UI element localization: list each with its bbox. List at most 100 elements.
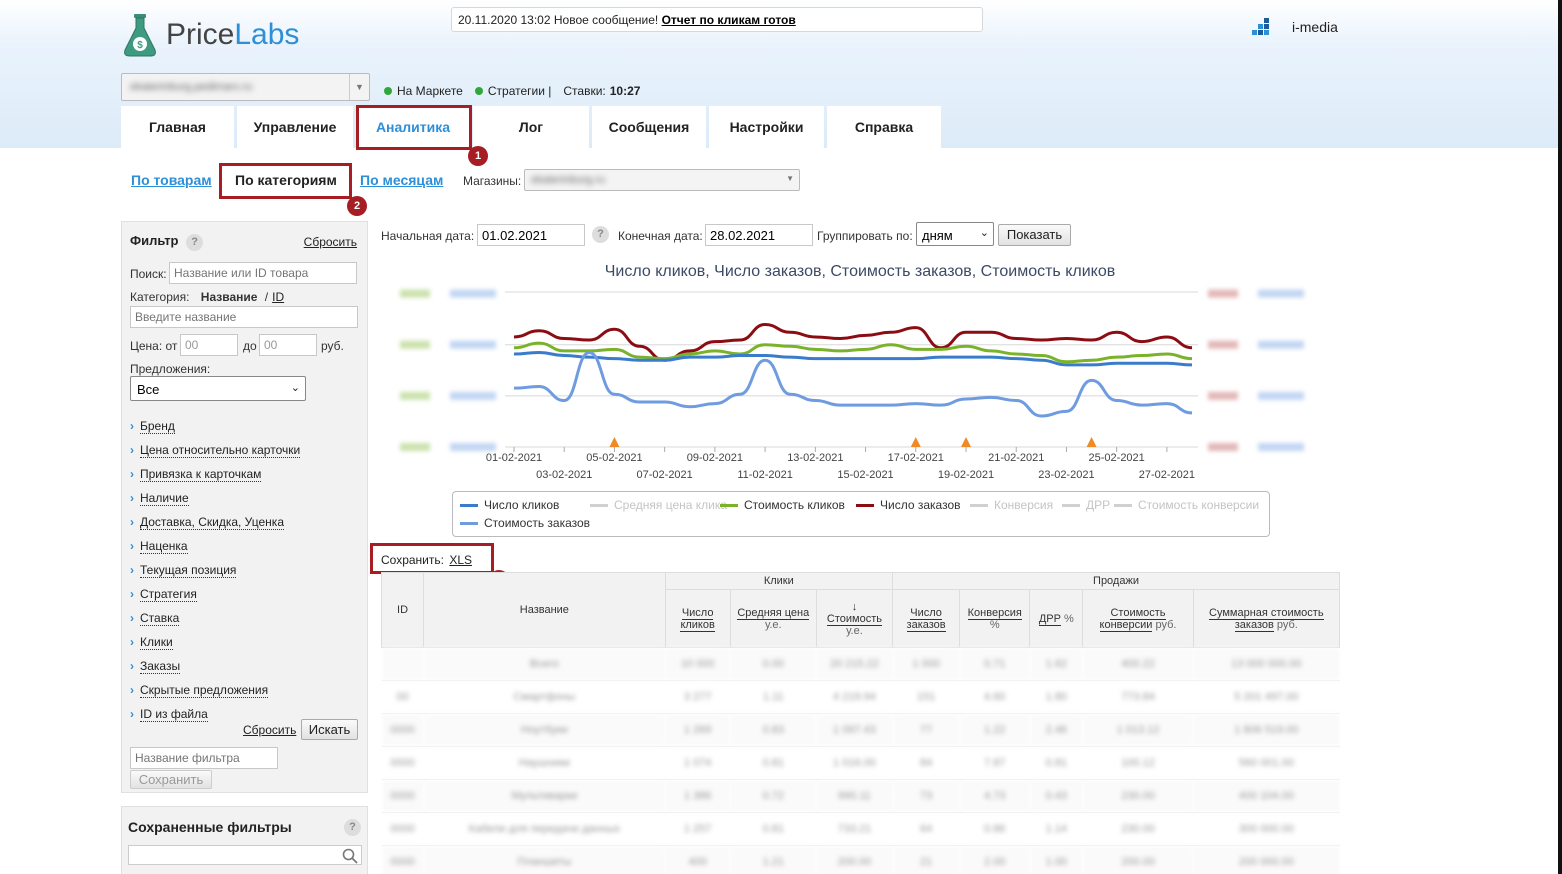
table-cell: 1.22 [959,713,1030,747]
col-conversion-cost[interactable]: Стоимость конверсии руб. [1082,589,1194,648]
table-row[interactable]: 0000 Кабели для передачи данных 1 257 0.81 7… [381,812,1340,846]
filter-item-rate[interactable]: › Ставка [130,606,300,630]
col-avg-price[interactable]: Средняя цена у.е. [729,589,817,648]
status-strategies: Стратегии | [487,84,552,98]
col-orders-total[interactable]: Суммарная стоимость заказов руб. [1192,589,1340,648]
filter-item-position[interactable]: › Текущая позиция [130,558,300,582]
filter-item-orders[interactable]: › Заказы [130,654,300,678]
filter-search-button[interactable]: Искать [301,719,358,740]
filter-item-delivery[interactable]: › Доставка, Скидка, Уценка [130,510,300,534]
axis-tick-label [1208,340,1238,349]
table-cell: 1.11 [730,680,817,714]
shop-select[interactable]: ekaterinburg.pedimarx.ru ▼ [121,73,370,101]
legend-item[interactable]: Конверсия [970,498,1053,512]
table-cell: 400 104.00 [1193,779,1340,813]
filter-save-button[interactable]: Сохранить [130,770,212,789]
table-row[interactable]: Всего 10 000 0.00 20 215.22 1 000 0.71 1.62 400… [381,647,1340,681]
filter-name-input[interactable] [130,747,278,769]
price-to-input[interactable] [259,334,317,356]
legend-label: ДРР [1086,498,1111,512]
tab-log[interactable]: Лог [473,106,589,148]
col-clicks-count[interactable]: Число кликов [664,589,731,648]
subnav-by-months[interactable]: По месяцам [360,172,443,188]
tab-home[interactable]: Главная [121,106,234,148]
saved-filters-search-input[interactable] [128,845,362,865]
category-id-link[interactable]: ID [272,290,284,304]
legend-item[interactable]: Средняя цена клика [590,498,727,512]
window-edge [1558,0,1562,874]
x-tick-label: 01-02-2021 [486,452,542,464]
filter-item-price-relative[interactable]: › Цена относительно карточки [130,438,301,462]
filter-item-availability[interactable]: › Наличие [130,486,300,510]
help-icon[interactable]: ? [344,819,361,836]
legend-item[interactable]: Стоимость заказов [460,516,590,530]
event-marker-icon[interactable] [1086,437,1097,447]
event-marker-icon[interactable] [609,437,620,447]
legend-item[interactable]: Число кликов [460,498,559,512]
show-button[interactable]: Показать [998,224,1071,246]
group-by-select[interactable]: дням ⌄ [916,222,994,246]
filter-item-hidden[interactable]: › Скрытые предложения [130,678,300,702]
table-cell: 4.73 [959,779,1030,813]
tab-help[interactable]: Справка [827,106,941,148]
col-name[interactable]: Название [423,572,666,648]
col-orders-count[interactable]: Число заказов [892,589,961,648]
offers-select[interactable]: Все ⌄ [130,376,306,401]
col-drr[interactable]: ДРР % [1029,589,1084,648]
notice-link[interactable]: Отчет по кликам готов [662,13,796,27]
table-cell: 0.81 [730,746,817,780]
shops-select[interactable]: ekaterinburg.ru ▼ [524,169,800,191]
pricelabs-logo[interactable]: $ PriceLabs [122,12,299,58]
notification-bar: 20.11.2020 13:02 Новое сообщение! Отчет … [451,7,983,32]
table-row[interactable]: 0000 Ноутбуки 1 269 0.83 1 097.43 77 1.22 2.46 1… [381,713,1340,747]
filter-panel: Фильтр ? Сбросить Поиск: Категория: Назв… [121,221,368,793]
legend-item[interactable]: Стоимость конверсии [1114,498,1259,512]
col-clicks-cost[interactable]: ↓ Стоимость у.е. [815,589,894,648]
chevron-right-icon: › [130,659,134,673]
filter-item-brand[interactable]: › Бренд [130,414,300,438]
table-row[interactable]: 0000 Планшеты 400 1.21 200.00 21 2.00 1.00 200.0… [381,845,1340,874]
tab-messages[interactable]: Сообщения [592,106,706,148]
table-cell: 1 806 519.00 [1193,713,1340,747]
category-input[interactable] [130,306,358,328]
axis-tick-label [400,443,430,451]
table-cell: Наушники [423,746,666,780]
tab-settings[interactable]: Настройки [709,106,824,148]
x-tick-label: 07-02-2021 [637,469,693,481]
filter-item-clicks[interactable]: › Клики [130,630,300,654]
table-cell [381,647,424,681]
help-icon[interactable]: ? [186,234,204,251]
col-id[interactable]: ID [381,572,425,648]
filter-reset-bottom[interactable]: Сбросить [243,723,296,737]
col-conversion[interactable]: Конверсия% [959,589,1031,648]
table-cell: 1 016.00 [816,746,893,780]
search-input[interactable] [169,262,357,284]
tab-management[interactable]: Управление [237,106,353,148]
group-clicks: Клики [664,572,894,590]
legend-item[interactable]: Число заказов [856,498,961,512]
filter-reset-link[interactable]: Сбросить [304,235,357,249]
chevron-down-icon: ▼ [349,74,369,100]
start-date-input[interactable] [477,224,585,246]
legend-item[interactable]: ДРР [1062,498,1110,512]
end-date-input[interactable] [705,224,813,246]
filter-item-card-binding[interactable]: › Привязка к карточкам [130,462,300,486]
table-row[interactable]: 0000 Наушники 1 074 0.81 1 016.00 84 7.87 0.81 1… [381,746,1340,780]
chart-title: Число кликов, Число заказов, Стоимость з… [604,263,1116,280]
table-cell: Планшеты [423,845,666,874]
step-badge-2: 2 [347,196,367,216]
legend-label: Стоимость заказов [484,516,591,530]
chevron-right-icon: › [130,515,134,529]
table-row[interactable]: 0000 Мультиварки 1 386 0.72 990.11 73 4.73 0.43… [381,779,1340,813]
table-row[interactable]: 00 Смартфоны 3 277 1.11 4 219.94 151 4.60 1.80 7… [381,680,1340,714]
legend-item[interactable]: Стоимость кликов [720,498,845,512]
event-marker-icon[interactable] [910,437,921,447]
search-label: Поиск: [130,267,167,281]
x-tick-label: 13-02-2021 [787,452,843,464]
subnav-by-goods[interactable]: По товарам [131,172,212,188]
price-from-input[interactable] [180,334,238,356]
filter-item-markup[interactable]: › Наценка [130,534,300,558]
event-marker-icon[interactable] [961,437,971,447]
filter-item-strategy[interactable]: › Стратегия [130,582,300,606]
help-icon[interactable]: ? [592,226,609,243]
